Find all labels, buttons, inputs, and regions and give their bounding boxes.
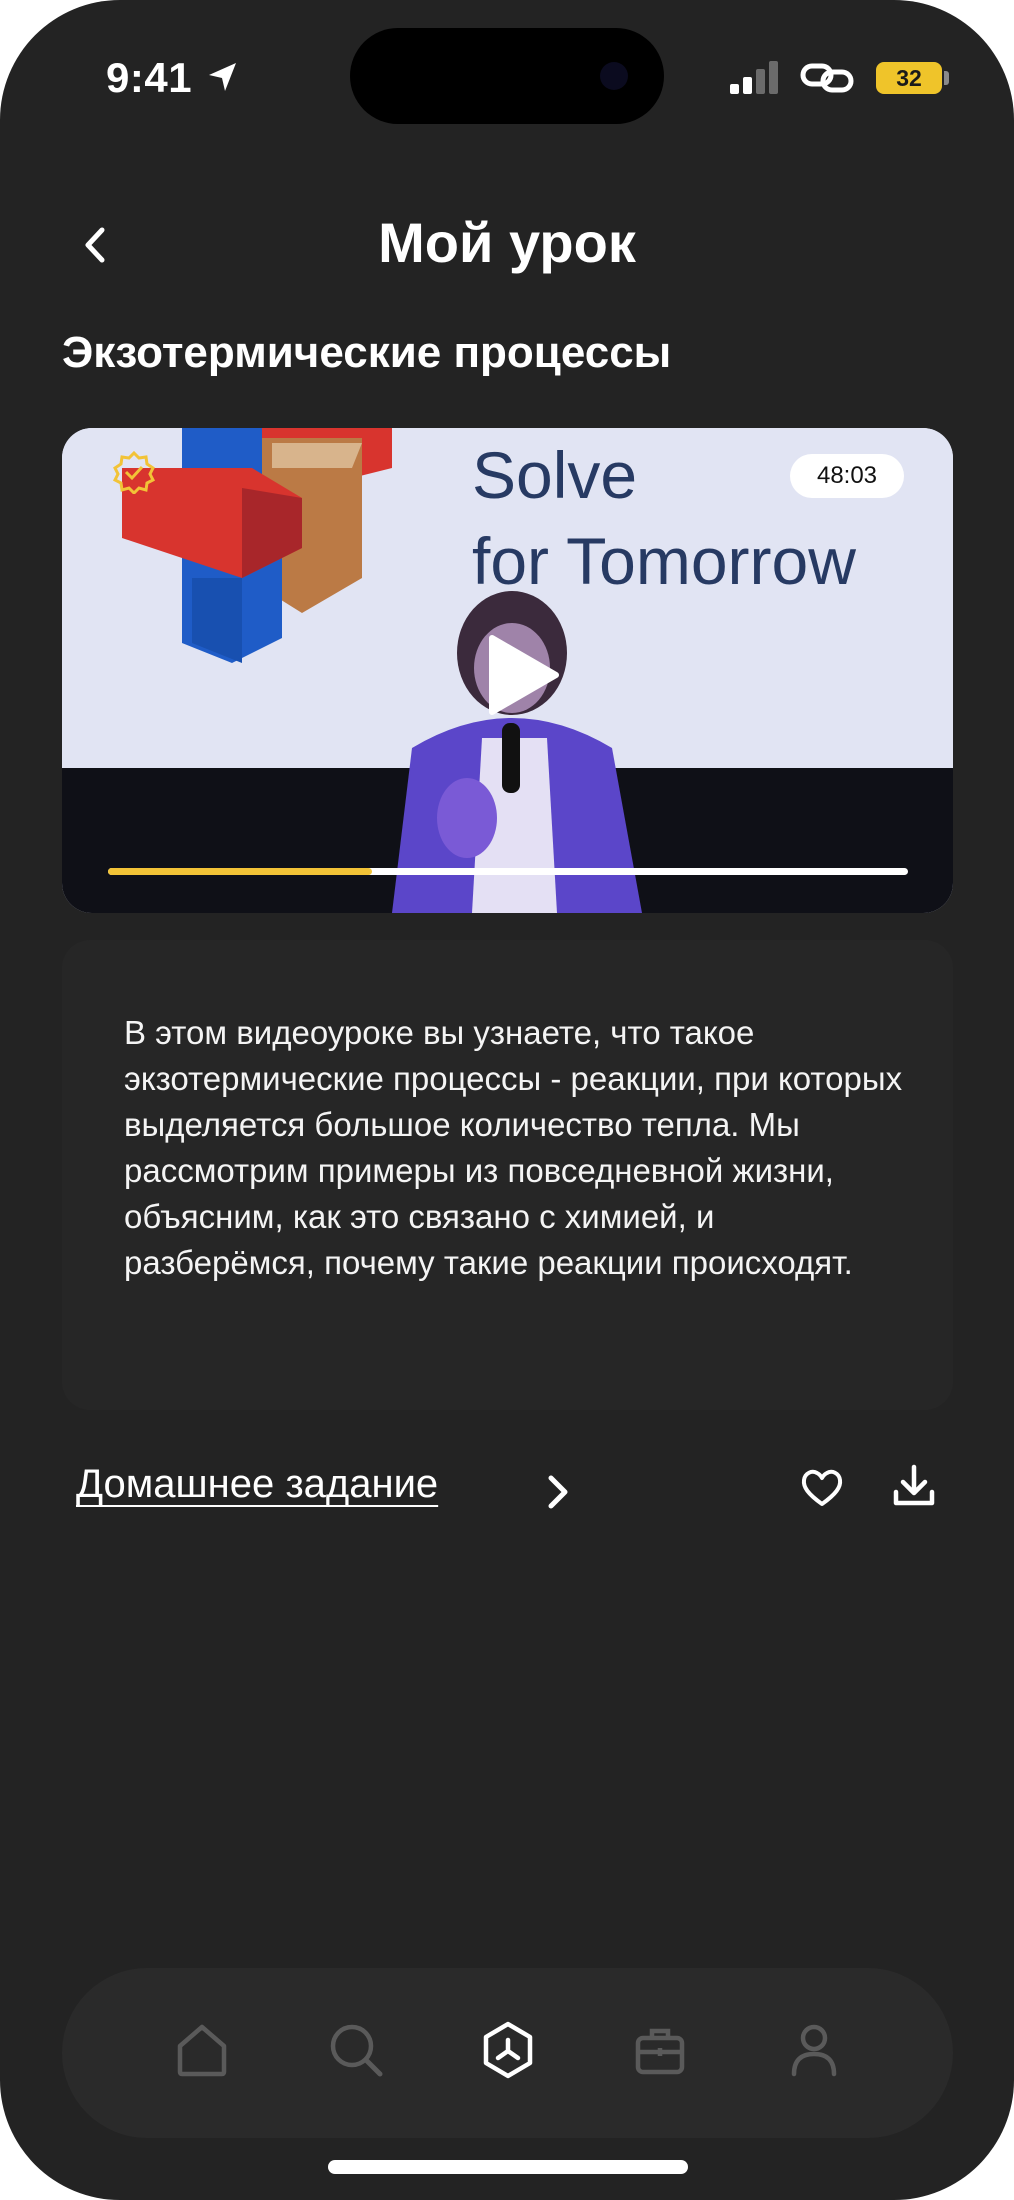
play-button[interactable] (482, 632, 562, 718)
video-progress-fill (108, 868, 372, 875)
front-camera (600, 62, 628, 90)
link-icon (800, 63, 854, 93)
location-arrow-icon (209, 63, 236, 91)
heart-icon[interactable] (800, 1466, 844, 1510)
play-icon (489, 635, 559, 715)
hexagon-logo-icon[interactable] (476, 2018, 540, 2082)
home-icon[interactable] (170, 2018, 234, 2082)
bottom-tab-bar (62, 1968, 953, 2138)
download-icon[interactable] (890, 1462, 938, 1510)
video-slide-text: for Tomorrow (472, 524, 856, 598)
toolbox-icon[interactable] (628, 2018, 692, 2082)
home-indicator (328, 2160, 688, 2174)
video-player[interactable]: Solve for Tomorrow 48:03 (62, 428, 953, 913)
video-duration-badge: 48:03 (790, 454, 904, 498)
cell-signal-icon (730, 61, 778, 94)
phone-screen: 9:41 32 Мой урок Экзотермические процесс… (0, 0, 1014, 2200)
battery-cap (944, 71, 949, 85)
status-time: 9:41 (106, 54, 193, 101)
search-icon[interactable] (324, 2018, 388, 2082)
lesson-description: В этом видеоуроке вы узнаете, что такое … (124, 1014, 903, 1281)
page-title: Мой урок (378, 211, 636, 274)
description-card: В этом видеоуроке вы узнаете, что такое … (62, 940, 953, 1410)
video-slide-text: Solve (472, 438, 638, 512)
video-progress-bar[interactable] (108, 868, 908, 875)
battery-icon: 32 (876, 62, 942, 94)
profile-icon[interactable] (782, 2018, 846, 2082)
homework-link[interactable]: Домашнее задание (76, 1462, 438, 1507)
lesson-title: Экзотермические процессы (62, 328, 672, 377)
badge-icon (112, 450, 156, 494)
chevron-right-icon[interactable] (540, 1472, 574, 1512)
